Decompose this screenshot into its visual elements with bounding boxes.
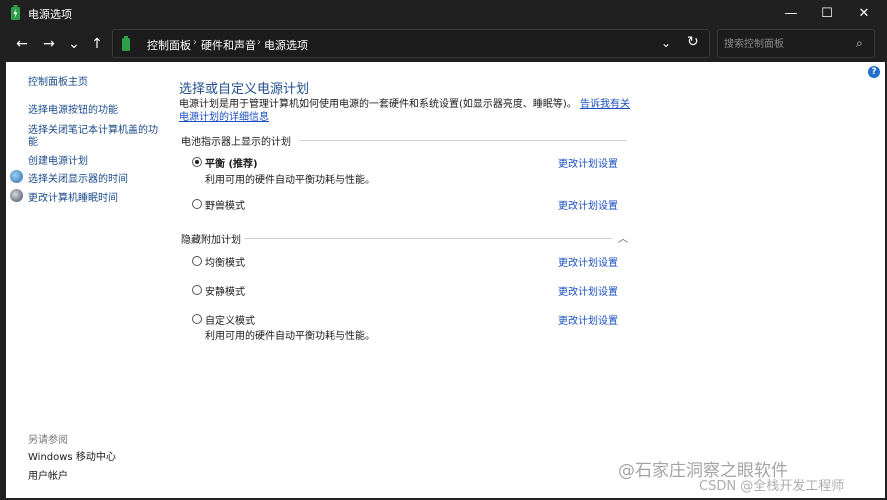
change-plan-settings-link[interactable]: 更改计划设置 (558, 197, 618, 212)
breadcrumb-power-options[interactable]: 电源选项 (264, 37, 308, 53)
section-divider (244, 238, 612, 239)
navigation-bar: ← → ⌄ ↑ 控制面板 › 硬件和声音 › 电源选项 ⌄ ↻ ⌕ (0, 26, 887, 62)
sidebar-lid-close-link-cont[interactable]: 能 (28, 133, 38, 148)
change-plan-settings-link[interactable]: 更改计划设置 (558, 312, 618, 327)
plan-radio-even[interactable] (192, 256, 202, 266)
change-plan-settings-link[interactable]: 更改计划设置 (558, 283, 618, 298)
refresh-icon[interactable]: ↻ (687, 34, 699, 50)
minimize-button[interactable]: — (773, 0, 809, 26)
title-bar: 电源选项 — ☐ ✕ (0, 0, 887, 26)
battery-app-icon (11, 5, 20, 20)
plan-desc-balanced: 利用可用的硬件自动平衡功耗与性能。 (205, 175, 375, 186)
plan-name-custom[interactable]: 自定义模式 (205, 312, 255, 327)
plan-name-even[interactable]: 均衡模式 (205, 254, 245, 269)
plan-radio-quiet[interactable] (192, 285, 202, 295)
breadcrumb-control-panel[interactable]: 控制面板 (147, 37, 191, 53)
plan-name-balanced[interactable]: 平衡 (推荐) (205, 155, 258, 170)
sidebar-mobility-center-link[interactable]: Windows 移动中心 (28, 448, 116, 463)
sidebar-create-plan-link[interactable]: 创建电源计划 (28, 152, 88, 167)
search-icon[interactable]: ⌕ (856, 36, 863, 51)
page-description: 电源计划是用于管理计算机如何使用电源的一套硬件和系统设置(如显示器亮度、睡眠等)… (179, 98, 639, 124)
search-input[interactable] (724, 37, 854, 51)
content-pane: 控制面板主页 选择电源按钮的功能 选择关闭笔记本计算机盖的功 能 创建电源计划 … (6, 62, 885, 498)
sleep-moon-icon (10, 189, 23, 202)
address-bar[interactable]: 控制面板 › 硬件和声音 › 电源选项 ⌄ ↻ (112, 29, 710, 58)
plan-radio-custom[interactable] (192, 314, 202, 324)
plan-desc-custom: 利用可用的硬件自动平衡功耗与性能。 (205, 331, 375, 342)
close-button[interactable]: ✕ (846, 0, 882, 26)
change-plan-settings-link[interactable]: 更改计划设置 (558, 155, 618, 170)
plan-name-quiet[interactable]: 安静模式 (205, 283, 245, 298)
collapse-chevron-icon[interactable]: ︿ (618, 230, 628, 245)
up-arrow-icon[interactable]: ↑ (86, 34, 108, 54)
section-divider (299, 140, 627, 141)
battery-location-icon (122, 36, 130, 51)
display-icon (10, 170, 23, 183)
sidebar-home-link[interactable]: 控制面板主页 (28, 73, 88, 88)
watermark-text-secondary: CSDN @全栈开发工程师 (699, 479, 845, 494)
sidebar-power-button-link[interactable]: 选择电源按钮的功能 (28, 101, 118, 116)
see-also-heading: 另请参阅 (28, 435, 68, 446)
window-title: 电源选项 (28, 8, 72, 21)
breadcrumb-hardware-sound[interactable]: 硬件和声音 (201, 37, 256, 53)
battery-plans-heading: 电池指示器上显示的计划 (181, 137, 291, 148)
page-title: 选择或自定义电源计划 (179, 82, 310, 97)
breadcrumb-separator[interactable]: › (193, 37, 197, 48)
breadcrumb-separator[interactable]: › (257, 37, 261, 48)
sidebar-display-off-link[interactable]: 选择关闭显示器的时间 (28, 170, 128, 185)
maximize-button[interactable]: ☐ (809, 0, 845, 26)
description-text: 电源计划是用于管理计算机如何使用电源的一套硬件和系统设置(如显示器亮度、睡眠等)… (179, 99, 577, 110)
address-dropdown-icon[interactable]: ⌄ (661, 36, 671, 50)
forward-arrow-icon[interactable]: → (38, 34, 60, 54)
help-icon[interactable]: ? (868, 66, 880, 78)
plan-radio-balanced[interactable] (192, 157, 202, 167)
sidebar-lid-close-link[interactable]: 选择关闭笔记本计算机盖的功 (28, 121, 158, 136)
hidden-plans-heading: 隐藏附加计划 (181, 235, 241, 246)
plan-name-beast[interactable]: 野兽模式 (205, 197, 245, 212)
change-plan-settings-link[interactable]: 更改计划设置 (558, 254, 618, 269)
plan-radio-beast[interactable] (192, 199, 202, 209)
back-arrow-icon[interactable]: ← (11, 34, 33, 54)
recent-locations-chevron-icon[interactable]: ⌄ (63, 34, 85, 54)
sidebar-user-accounts-link[interactable]: 用户帐户 (28, 467, 68, 482)
sidebar-sleep-time-link[interactable]: 更改计算机睡眠时间 (28, 189, 118, 204)
search-box[interactable]: ⌕ (717, 29, 875, 58)
